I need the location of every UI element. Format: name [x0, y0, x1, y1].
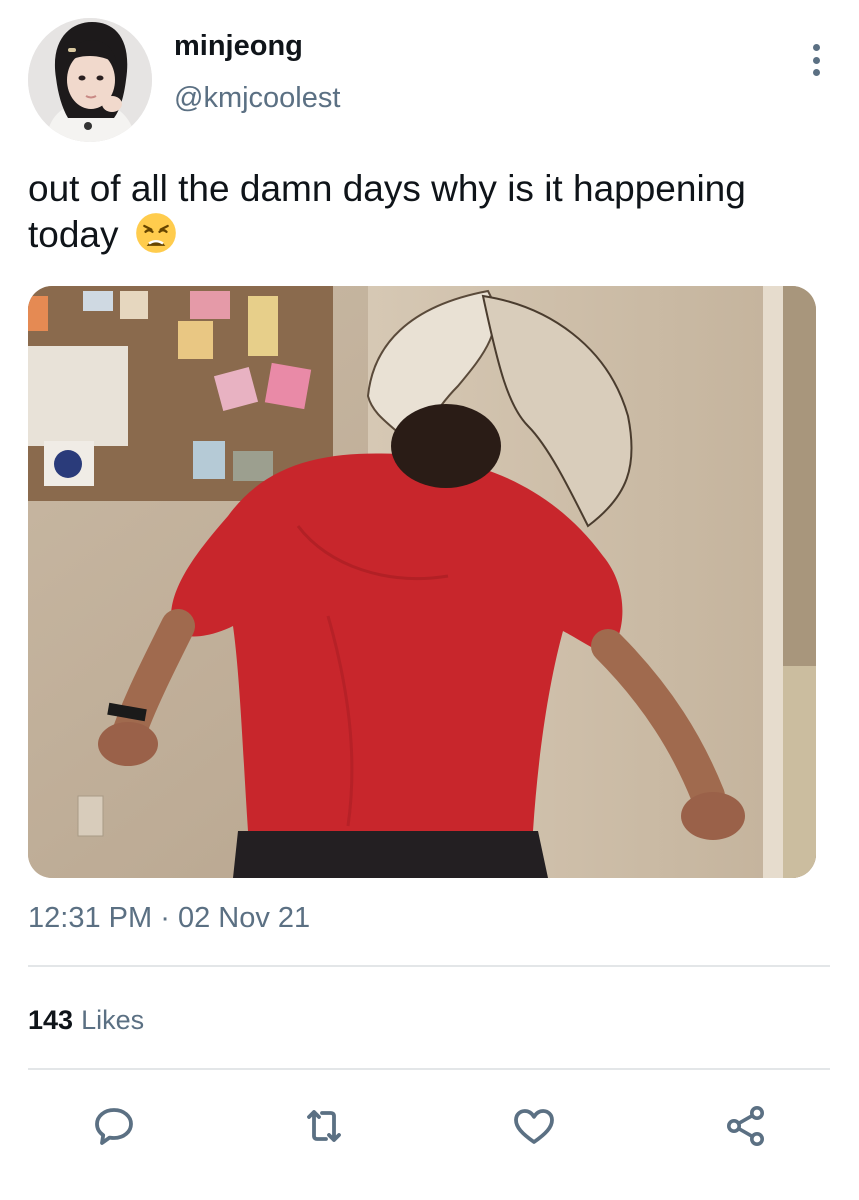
user-handle[interactable]: @kmjcoolest: [174, 80, 340, 116]
share-icon: [727, 1106, 764, 1146]
more-options-icon[interactable]: [804, 40, 828, 80]
reply-icon: [95, 1108, 133, 1145]
avatar-photo-icon: [28, 18, 152, 142]
display-name[interactable]: minjeong: [174, 28, 340, 64]
divider: [28, 1068, 830, 1070]
tweet-timestamp[interactable]: 12:31 PM · 02 Nov 21: [28, 900, 310, 936]
weary-face-emoji-icon: [135, 213, 176, 253]
heart-icon: [514, 1109, 554, 1144]
likes-stat[interactable]: 143 Likes: [28, 1002, 144, 1038]
retweet-button[interactable]: [294, 1096, 354, 1156]
like-button[interactable]: [504, 1096, 564, 1156]
reply-button[interactable]: [84, 1096, 144, 1156]
share-button[interactable]: [716, 1096, 776, 1156]
tweet-time: 12:31 PM: [28, 902, 153, 934]
divider: [28, 965, 830, 967]
avatar[interactable]: [28, 18, 152, 142]
tweet-date: 02 Nov 21: [177, 902, 311, 934]
action-bar: [0, 1096, 859, 1156]
retweet-icon: [307, 1110, 341, 1142]
photo-person-wall-hole-icon: [28, 286, 816, 878]
timestamp-separator: ·: [160, 902, 170, 934]
tweet-text: out of all the damn days why is it happe…: [28, 166, 828, 258]
tweet-header: minjeong @kmjcoolest: [28, 18, 828, 146]
likes-label: Likes: [81, 1005, 145, 1035]
likes-count: 143: [28, 1005, 74, 1035]
tweet-photo[interactable]: [28, 286, 816, 878]
